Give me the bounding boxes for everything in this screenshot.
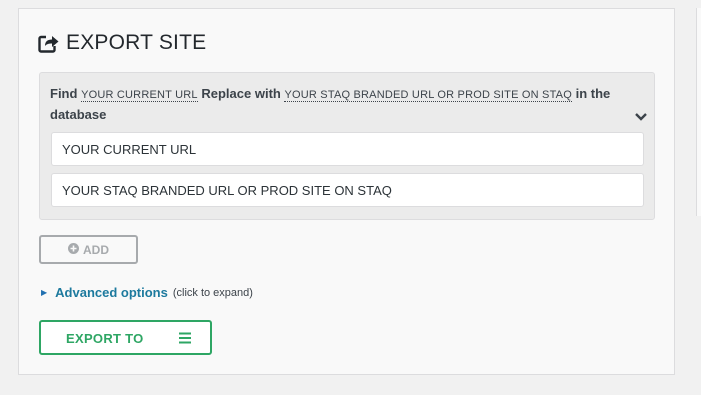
chevron-down-icon[interactable] xyxy=(634,109,648,121)
menu-icon xyxy=(178,331,192,345)
export-to-label: EXPORT TO xyxy=(66,331,144,346)
add-button-label: ADD xyxy=(83,242,109,257)
advanced-options-hint: (click to expand) xyxy=(172,286,253,299)
find-field[interactable] xyxy=(51,132,644,166)
adjacent-panel-edge xyxy=(696,8,701,216)
plus-circle-icon xyxy=(68,242,79,257)
section-title-text: EXPORT SITE xyxy=(66,31,207,54)
export-icon xyxy=(38,33,60,53)
find-placeholder-tag: YOUR CURRENT URL xyxy=(81,89,198,102)
replace-placeholder-tag: YOUR STAQ BRANDED URL OR PROD SITE ON ST… xyxy=(284,89,572,102)
export-site-panel: EXPORT SITE Find YOUR CURRENT URL Replac… xyxy=(18,8,675,375)
replace-field[interactable] xyxy=(51,173,644,207)
advanced-options[interactable]: ▶ Advanced options (click to expand) xyxy=(41,285,253,300)
export-to-button[interactable]: EXPORT TO xyxy=(39,320,212,355)
find-replace-description: Find YOUR CURRENT URL Replace with YOUR … xyxy=(50,84,620,125)
find-label: Find xyxy=(50,86,78,101)
triangle-right-icon: ▶ xyxy=(41,288,48,297)
advanced-options-link[interactable]: Advanced options xyxy=(55,285,168,300)
section-title: EXPORT SITE xyxy=(38,31,206,55)
find-replace-box: Find YOUR CURRENT URL Replace with YOUR … xyxy=(39,72,655,220)
add-button[interactable]: ADD xyxy=(39,235,138,264)
replace-label: Replace with xyxy=(201,86,281,101)
